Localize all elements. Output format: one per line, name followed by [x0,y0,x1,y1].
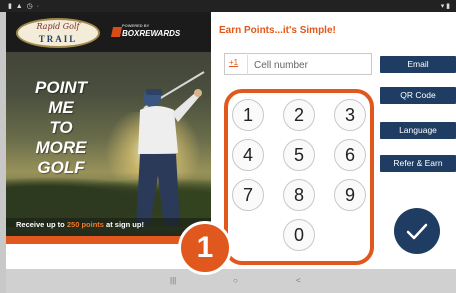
number-keypad: 1 2 3 4 5 6 7 8 9 0 [224,89,374,265]
status-icons-right: ▾ ▮ [440,3,450,10]
app-screen: Rapid Golf TRAIL POWERED BY BOXREWARDS P… [6,12,456,269]
golf-trail-logo: Rapid Golf TRAIL [16,18,100,48]
promo-panel: Rapid Golf TRAIL POWERED BY BOXREWARDS P… [6,12,211,244]
key-4[interactable]: 4 [232,139,264,171]
tagline-line: ME [48,98,74,117]
language-button[interactable]: Language [380,122,456,139]
status-icons-left: ▮ ▲ ◷ · [8,3,41,10]
boxrewards-logo: POWERED BY BOXREWARDS [110,23,204,41]
submit-button[interactable] [394,208,440,254]
key-8[interactable]: 8 [283,179,315,211]
key-0[interactable]: 0 [283,219,315,251]
qr-code-button[interactable]: QR Code [380,87,456,104]
cell-number-input[interactable] [247,55,376,75]
tagline-line: GOLF [37,158,85,177]
status-bar: ▮ ▲ ◷ · ▾ ▮ [0,0,456,12]
recent-apps-icon[interactable]: ||| [170,276,176,285]
email-button[interactable]: Email [380,56,456,73]
key-6[interactable]: 6 [334,139,366,171]
powered-by-text: POWERED BY [122,23,150,28]
back-icon[interactable]: < [296,276,301,285]
golfer-image [136,71,205,226]
home-icon[interactable]: ○ [233,276,238,285]
android-nav-bar: ||| ○ < [6,269,456,293]
signup-points: 250 points [66,220,104,229]
logo-trail-text: TRAIL [38,34,78,44]
signup-text-start: Receive up to [16,220,67,229]
logo-bar: Rapid Golf TRAIL POWERED BY BOXREWARDS [6,12,211,52]
key-5[interactable]: 5 [283,139,315,171]
key-1[interactable]: 1 [232,99,264,131]
key-3[interactable]: 3 [334,99,366,131]
tagline-line: MORE [35,138,87,157]
key-9[interactable]: 9 [334,179,366,211]
check-icon [406,223,428,240]
earn-heading: Earn Points...it's Simple! [219,25,336,36]
brand-text: BOXREWARDS [122,29,181,38]
step-number-badge: 1 [178,221,232,275]
refer-earn-button[interactable]: Refer & Earn [380,155,456,172]
phone-entry: +1 [224,53,376,75]
signup-text-end: at sign up! [103,220,144,229]
key-7[interactable]: 7 [232,179,264,211]
logo-script-text: Rapid Golf [36,22,80,31]
promo-tagline: POINT ME TO MORE GOLF [26,78,96,178]
signup-text: Receive up to 250 points at sign up! [16,220,211,229]
tagline-line: TO [49,118,73,137]
country-code-selector[interactable]: +1 [229,58,238,67]
boxrewards-mark-icon [110,27,123,37]
key-2[interactable]: 2 [283,99,315,131]
tagline-line: POINT [35,78,87,97]
